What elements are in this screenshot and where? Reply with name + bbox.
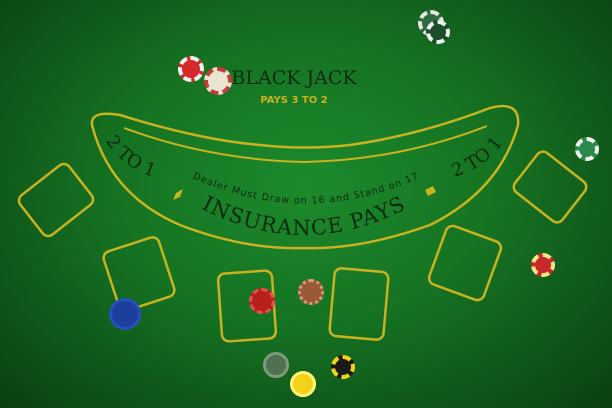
chip-red-center[interactable] <box>249 288 275 314</box>
bet-box-2[interactable] <box>102 236 176 313</box>
bet-box-4[interactable] <box>328 267 390 341</box>
chip-black-yellow[interactable] <box>331 355 355 379</box>
chip-yellow[interactable] <box>290 371 316 397</box>
chip-blue[interactable] <box>109 298 141 330</box>
table-title: BLACK JACK <box>231 67 357 89</box>
chip-white[interactable] <box>204 67 232 95</box>
right-odds-text: 2 TO 1 <box>449 133 507 182</box>
bet-box-1[interactable] <box>16 161 96 239</box>
diamond-left <box>173 189 183 200</box>
table-subtitle: PAYS 3 TO 2 <box>260 95 327 106</box>
chip-grey[interactable] <box>263 352 289 378</box>
bet-box-5[interactable] <box>427 224 503 302</box>
chip-brown[interactable] <box>298 279 324 305</box>
bet-box-6[interactable] <box>511 149 589 225</box>
chip-green-right[interactable] <box>575 137 599 161</box>
chip-green-stack-2[interactable] <box>426 20 450 44</box>
diamond-right <box>425 186 436 196</box>
chip-red-stack[interactable] <box>178 56 204 82</box>
felt-layout: BLACK JACK PAYS 3 TO 2 Dealer Must Draw … <box>16 67 589 343</box>
blackjack-table: BLACK JACK PAYS 3 TO 2 Dealer Must Draw … <box>0 0 612 408</box>
left-odds-text: 2 TO 1 <box>101 132 158 182</box>
chip-red-right[interactable] <box>531 253 555 277</box>
